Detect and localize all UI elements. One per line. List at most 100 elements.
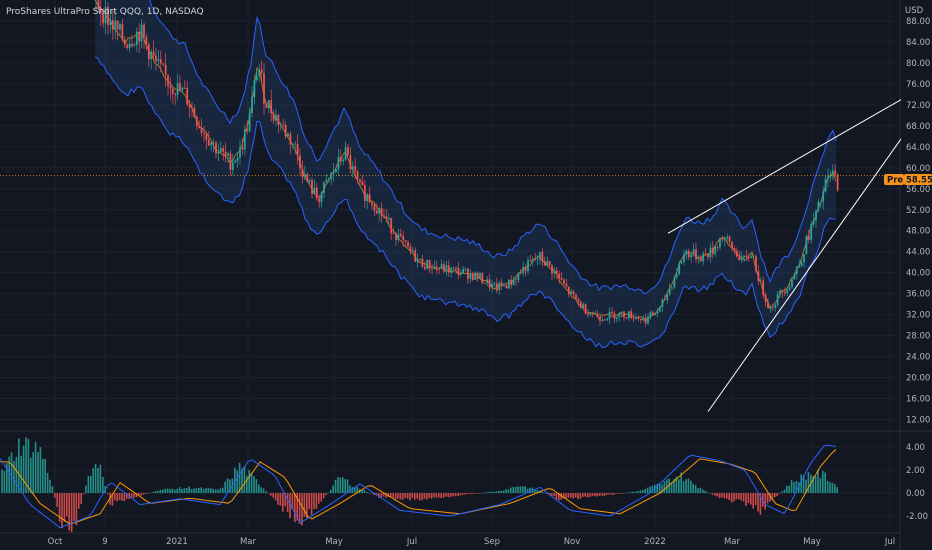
histogram-bar xyxy=(246,475,248,494)
histogram-bar xyxy=(178,487,181,494)
candle-body xyxy=(505,285,508,289)
candle-body xyxy=(359,178,361,182)
candle-body xyxy=(599,317,601,321)
histogram-bar xyxy=(406,493,409,499)
histogram-bar xyxy=(685,479,687,494)
histogram-bar xyxy=(279,493,282,506)
candle-body xyxy=(111,20,114,30)
y-tick-label: 88.00 xyxy=(906,17,930,27)
candle-body xyxy=(414,250,417,262)
candle-body xyxy=(320,192,323,203)
candle-body xyxy=(596,313,599,318)
candle-body xyxy=(486,279,489,284)
candle-body xyxy=(462,268,465,273)
candle-body xyxy=(649,312,652,317)
y-tick-label: 24.00 xyxy=(906,353,930,363)
candle-body xyxy=(510,279,513,285)
histogram-bar xyxy=(15,456,18,494)
candle-body xyxy=(176,83,179,95)
histogram-bar xyxy=(34,441,37,494)
candle-body xyxy=(783,292,786,294)
candle-body xyxy=(315,187,318,199)
histogram-bar xyxy=(42,458,44,494)
histogram-bar xyxy=(342,477,344,494)
candle-body xyxy=(565,283,568,287)
histogram-bar xyxy=(243,466,246,494)
candle-body xyxy=(611,311,613,314)
histogram-bar xyxy=(613,493,615,495)
histogram-bar xyxy=(610,493,613,495)
candle-body xyxy=(661,299,664,307)
candle-body xyxy=(342,159,345,162)
histogram-bar xyxy=(159,489,162,494)
trading-chart[interactable]: 88.00 84.00 80.00 76.00 72.00 68.00 64.00 60.00… xyxy=(0,0,932,550)
histogram-bar xyxy=(639,490,642,494)
candle-body xyxy=(191,107,193,109)
candle-body xyxy=(733,248,736,251)
candle-body xyxy=(440,264,443,269)
candle-body xyxy=(344,147,347,160)
histogram-bar xyxy=(440,493,442,499)
candle-body xyxy=(260,69,263,73)
candle-body xyxy=(114,20,117,30)
histogram-bar xyxy=(430,493,433,499)
histogram-bar xyxy=(699,487,702,494)
candle-body xyxy=(731,241,733,249)
histogram-bar xyxy=(718,493,721,499)
x-tick-label: 9 xyxy=(102,537,107,547)
x-tick-label: Sep xyxy=(484,537,500,547)
histogram-bar xyxy=(692,483,694,494)
y-tick-label: 48.00 xyxy=(906,227,930,237)
candle-body xyxy=(215,142,217,154)
histogram-bar xyxy=(678,479,680,494)
histogram-bar xyxy=(778,493,781,494)
histogram-bar xyxy=(46,473,49,494)
candle-body xyxy=(529,260,532,262)
candle-body xyxy=(663,299,666,301)
histogram-bar xyxy=(476,493,478,494)
histogram-bar xyxy=(102,476,104,494)
candle-body xyxy=(351,166,354,170)
histogram-bar xyxy=(781,491,783,494)
histogram-bar xyxy=(349,485,351,494)
candle-body xyxy=(579,301,582,308)
candle-body xyxy=(769,307,772,309)
y-tick-label: 56.00 xyxy=(906,185,930,195)
histogram-bar xyxy=(702,489,704,494)
histogram-bar xyxy=(735,493,738,500)
candle-body xyxy=(375,210,378,214)
histogram-bar xyxy=(421,493,423,501)
histogram-bar xyxy=(694,485,697,494)
histogram-bar xyxy=(294,493,296,523)
candle-body xyxy=(419,258,421,260)
candle-body xyxy=(133,44,136,46)
histogram-bar xyxy=(277,493,279,505)
candle-body xyxy=(433,266,436,269)
histogram-bar xyxy=(164,488,166,494)
histogram-bar xyxy=(1,469,3,494)
histogram-bar xyxy=(682,481,685,494)
histogram-bar xyxy=(687,478,690,494)
candle-body xyxy=(193,108,196,117)
candle-body xyxy=(327,178,330,180)
histogram-bar xyxy=(258,484,260,494)
candle-body xyxy=(390,217,393,234)
histogram-bar xyxy=(318,493,320,504)
histogram-bar xyxy=(464,493,466,495)
candle-body xyxy=(150,51,153,60)
candle-body xyxy=(145,36,148,45)
candle-body xyxy=(827,176,829,180)
histogram-bar xyxy=(618,493,620,494)
y-tick-label: 28.00 xyxy=(906,332,930,342)
histogram-bar xyxy=(248,469,250,494)
histogram-bar xyxy=(145,493,147,494)
histogram-bar xyxy=(438,493,440,498)
candle-body xyxy=(488,279,491,288)
candle-body xyxy=(116,20,119,30)
y-tick-label: 12.00 xyxy=(906,416,930,426)
histogram-bar xyxy=(565,493,567,499)
candle-body xyxy=(551,265,553,274)
histogram-bar xyxy=(92,468,94,494)
histogram-bar xyxy=(32,452,34,494)
candle-body xyxy=(371,202,373,206)
